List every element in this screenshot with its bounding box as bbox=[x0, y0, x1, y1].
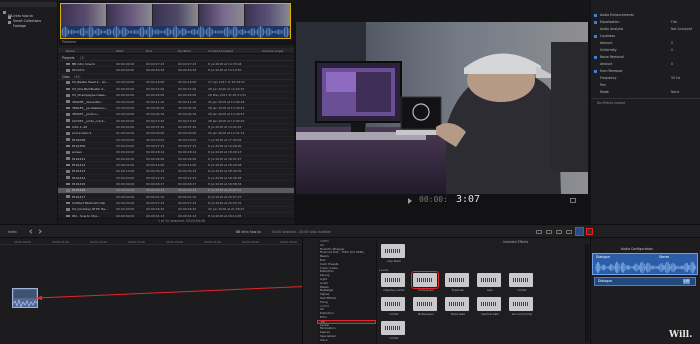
effect-tile[interactable]: Limiter bbox=[379, 321, 409, 343]
effect-tile[interactable]: Noise Gate bbox=[443, 297, 473, 319]
effect-label: Noise Gate bbox=[450, 313, 466, 316]
waveform-icon bbox=[385, 302, 401, 306]
effect-label: Gain bbox=[487, 289, 493, 292]
effect-thumbnail bbox=[413, 297, 437, 311]
effect-label: Multipressor bbox=[418, 313, 434, 316]
effect-thumbnail bbox=[381, 244, 405, 258]
effect-tile[interactable]: Limiter bbox=[507, 273, 537, 295]
effect-label: Limiter bbox=[389, 313, 399, 316]
effect-thumbnail bbox=[411, 271, 439, 289]
effect-thumbnail bbox=[509, 273, 533, 287]
effect-label: Spectral Gate bbox=[481, 313, 499, 316]
waveform-icon bbox=[417, 278, 433, 282]
effect-tile[interactable]: Compressor bbox=[411, 271, 441, 295]
effects-category-list: VIDEO All Final Pro Wrapper Final Cut Dist … bbox=[317, 240, 377, 344]
effect-tile[interactable]: Surround Comp bbox=[507, 297, 537, 319]
waveform-icon bbox=[449, 278, 465, 282]
effect-label: Surround Comp bbox=[511, 313, 533, 316]
waveform-icon bbox=[513, 278, 529, 282]
channel-2-name: Dialogue bbox=[598, 279, 613, 283]
waveform-icon bbox=[481, 278, 497, 282]
audio-config-title: Audio Configuration bbox=[621, 247, 653, 251]
effect-tile[interactable]: Adaptive Limiter bbox=[379, 273, 409, 295]
watermark: Will. bbox=[669, 330, 693, 340]
waveform-icon bbox=[385, 278, 401, 282]
effect-label: Expander bbox=[451, 289, 465, 292]
effect-thumbnail bbox=[477, 273, 501, 287]
effects-grid: Amp Stack Levels Adaptive Limiter Compresso… bbox=[379, 244, 549, 344]
effect-tile[interactable]: Spectral Gate bbox=[475, 297, 505, 319]
effects-category[interactable]: Voice bbox=[317, 339, 376, 343]
effects-scrollbar[interactable] bbox=[585, 244, 589, 342]
effect-thumbnail bbox=[445, 297, 469, 311]
waveform-icon bbox=[449, 302, 465, 306]
audio-channel-2[interactable]: Dialogue L/R bbox=[594, 277, 696, 286]
effect-tile[interactable]: Limiter bbox=[379, 297, 409, 319]
effect-label: Adaptive Limiter bbox=[383, 289, 405, 292]
waveform-icon bbox=[513, 302, 529, 306]
effect-thumbnail bbox=[381, 321, 405, 335]
effect-thumbnail bbox=[477, 297, 501, 311]
waveform-icon bbox=[481, 302, 497, 306]
effect-thumbnail bbox=[445, 273, 469, 287]
effect-thumbnail bbox=[381, 297, 405, 311]
effect-thumbnail bbox=[509, 297, 533, 311]
channel-2-badge: L/R bbox=[683, 279, 691, 284]
effect-tile[interactable]: Multipressor bbox=[411, 297, 441, 319]
effect-label: Limiter bbox=[517, 289, 527, 292]
channel-1-mode[interactable]: Stereo bbox=[659, 255, 669, 260]
audio-channel-1[interactable]: Dialogue Stereo bbox=[592, 253, 698, 275]
effect-label: Limiter bbox=[389, 337, 399, 340]
effect-label: Compressor bbox=[418, 289, 434, 292]
effect-tile[interactable]: Expander bbox=[443, 273, 473, 295]
waveform-icon bbox=[385, 249, 401, 253]
effect-thumbnail bbox=[381, 273, 405, 287]
effect-tile[interactable]: Gain bbox=[475, 273, 505, 295]
effects-group-heading: Levels bbox=[379, 268, 389, 272]
waveform-icon bbox=[417, 302, 433, 306]
effects-browser: Installed Effects VIDEO All Final Pro Wrap… bbox=[302, 238, 590, 344]
channel-1-name: Dialogue bbox=[596, 255, 611, 259]
audio-configuration-pane: Audio Configuration Dialogue Stereo Dial… bbox=[590, 238, 700, 344]
waveform-icon bbox=[385, 326, 401, 330]
effect-label: Amp Stack bbox=[387, 260, 401, 263]
effect-tile[interactable]: Amp Stack bbox=[379, 244, 409, 266]
